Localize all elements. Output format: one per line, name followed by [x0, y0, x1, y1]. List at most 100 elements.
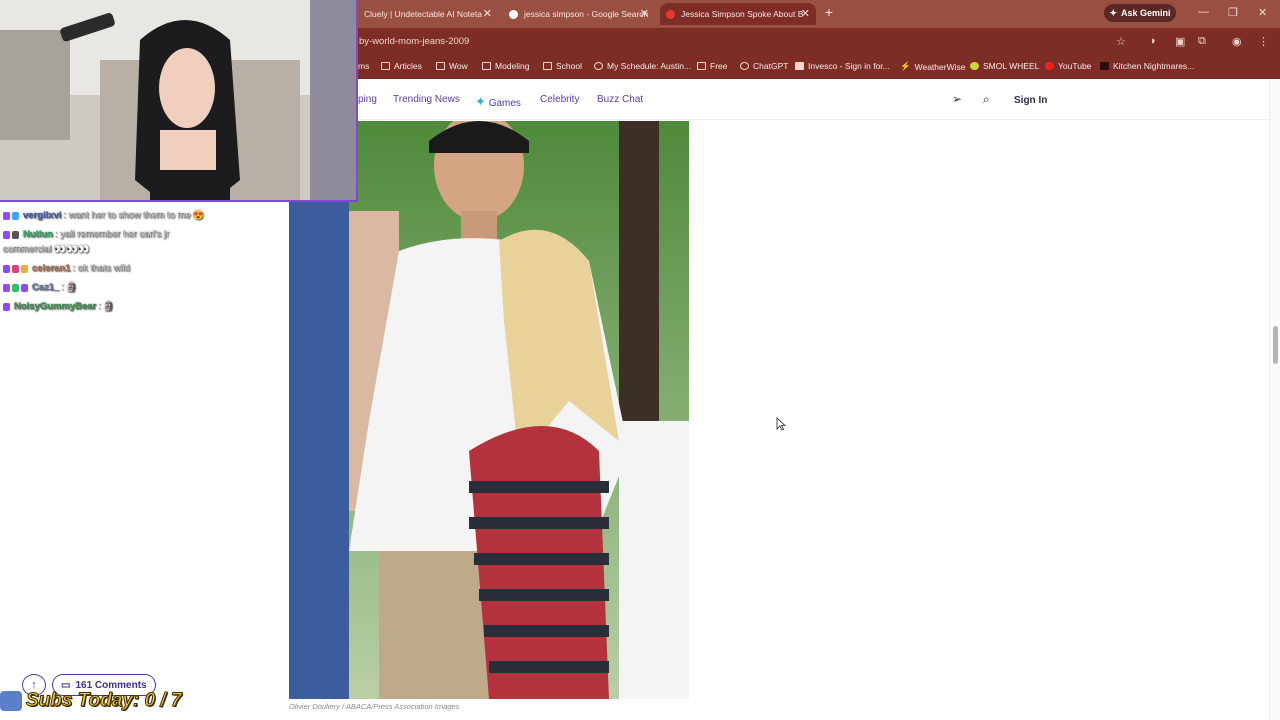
photo-credit: Olivier Douliery / ABACA/Press Associati… — [289, 702, 460, 711]
badge-icon — [12, 264, 19, 273]
ask-gemini-button[interactable]: ✦ Ask Gemini — [1104, 4, 1176, 22]
chat-text: : — [98, 301, 102, 312]
page-scrollbar[interactable] — [1269, 80, 1280, 720]
profile-avatar-icon[interactable]: ◉ — [1232, 35, 1242, 48]
nav-item-celebrity[interactable]: Celebrity — [540, 94, 579, 105]
nav-item-buzz-chat[interactable]: Buzz Chat — [597, 94, 643, 105]
nav-item-trending-news[interactable]: Trending News — [393, 94, 460, 105]
youtube-icon — [1045, 62, 1054, 70]
star-icon[interactable]: ☆ — [1116, 35, 1126, 48]
tab-google-search[interactable]: jessica simpson - Google Search ✕ — [503, 3, 655, 25]
badge-icon — [21, 264, 28, 273]
folder-icon — [697, 62, 706, 70]
ask-gemini-label: Ask Gemini — [1121, 8, 1171, 18]
bookmark-label: Articles — [394, 61, 422, 71]
bookmark-item[interactable]: ⚡ WeatherWise — [900, 61, 965, 72]
window-close-icon[interactable]: ✕ — [1258, 6, 1267, 19]
puzzle-icon[interactable]: ⧉ — [1198, 35, 1206, 48]
chat-message: vergilxvi : want her to show them to me … — [3, 210, 204, 221]
badge-icon — [3, 302, 10, 311]
scrollbar-thumb[interactable] — [1273, 326, 1278, 364]
bookmark-item[interactable]: My Schedule: Austin... — [594, 61, 691, 71]
extension-icon[interactable]: ▣ — [1175, 35, 1185, 48]
chat-username: Nutlun — [23, 229, 54, 240]
subs-today-text: Subs Today: 0 / 7 — [26, 690, 183, 712]
nav-item-shopping[interactable]: ping — [358, 94, 377, 105]
tab-jessica-article[interactable]: Jessica Simpson Spoke About B ✕ — [660, 3, 816, 25]
sub-goal-icon — [0, 691, 22, 711]
photo-illustration — [289, 121, 689, 699]
bookmark-item[interactable]: Invesco - Sign in for... — [795, 61, 890, 71]
badge-icon — [12, 211, 19, 220]
tab-cluely[interactable]: Cluely | Undetectable AI Noteta ✕ — [358, 3, 498, 25]
bookmark-item[interactable]: ms — [358, 61, 369, 71]
bookmark-item[interactable]: YouTube — [1045, 61, 1091, 71]
bookmark-label: School — [556, 61, 582, 71]
wheel-icon — [970, 62, 979, 70]
extension-icon[interactable]: ◗ — [1150, 35, 1157, 47]
restore-icon[interactable]: ❐ — [1228, 6, 1238, 19]
mouse-cursor-icon — [776, 417, 786, 431]
bookmark-label: My Schedule: Austin... — [607, 61, 692, 71]
chat-text: commercial 👀👀👀 — [3, 244, 90, 255]
folder-icon — [381, 62, 390, 70]
chat-username: vergilxvi — [23, 210, 62, 221]
site-navigation: ping Trending News ✦ Games Celebrity Buz… — [289, 80, 1269, 120]
sign-in-button[interactable]: Sign In — [1014, 95, 1047, 106]
bookmark-item[interactable]: SMOL WHEEL — [970, 61, 1039, 71]
bookmark-label: ms — [358, 61, 370, 71]
chat-message: celeran1 : ok thats wild — [3, 263, 130, 274]
webcam-illustration — [0, 0, 356, 200]
moai-emoji-icon: 🗿 — [103, 301, 115, 311]
chat-message: NoisyGummyBear : 🗿 — [3, 301, 114, 312]
subs-goal-overlay: Subs Today: 0 / 7 — [0, 688, 182, 714]
bookmark-label: Modeling — [495, 61, 530, 71]
new-tab-button[interactable]: + — [822, 5, 836, 19]
gemini-sparkle-icon: ✦ — [1109, 7, 1117, 18]
bookmark-folder[interactable]: School — [543, 61, 582, 71]
lightning-icon: ⚡ — [900, 61, 911, 71]
bookmark-label: Kitchen Nightmares... — [1113, 61, 1195, 71]
close-icon[interactable]: ✕ — [483, 7, 492, 20]
chat-message: Nutlun : yall remember her carl's jr — [3, 229, 169, 240]
google-icon — [509, 9, 518, 19]
emoji-icon: 😍 — [192, 210, 205, 220]
chat-text: : want her to show them to me — [63, 210, 191, 221]
badge-icon — [3, 211, 10, 220]
bookmark-label: Free — [710, 61, 728, 71]
close-icon[interactable]: ✕ — [640, 7, 649, 20]
search-icon[interactable]: ⌕ — [983, 92, 990, 107]
chat-text: : yall remember her carl's jr — [55, 229, 170, 240]
close-icon[interactable]: ✕ — [801, 7, 810, 20]
bookmark-folder[interactable]: Wow — [436, 61, 468, 71]
webcam-overlay — [0, 0, 358, 202]
sparkle-icon: ✦ — [475, 94, 486, 109]
nav-item-games[interactable]: ✦ Games — [475, 94, 521, 110]
bookmark-folder[interactable]: Articles — [381, 61, 422, 71]
badge-icon — [12, 283, 19, 292]
send-icon[interactable]: ➢ — [952, 92, 962, 106]
chat-message: Caz1_ : 🗿 — [3, 282, 77, 293]
menu-icon[interactable]: ⋮ — [1258, 35, 1269, 48]
bookmark-label: ChatGPT — [753, 61, 789, 71]
bookmark-folder[interactable]: Free — [697, 61, 727, 71]
url-field[interactable]: by-world-mom-jeans-2009 — [359, 36, 469, 47]
bookmark-label: Invesco - Sign in for... — [808, 61, 890, 71]
bookmark-item[interactable]: ChatGPT — [740, 61, 788, 71]
globe-icon — [594, 62, 603, 70]
bookmark-label: WeatherWise — [914, 61, 966, 72]
badge-icon — [3, 283, 10, 292]
badge-icon — [3, 230, 10, 239]
minimize-icon[interactable]: — — [1198, 6, 1209, 18]
bookmark-label: YouTube — [1058, 61, 1092, 71]
chat-username: celeran1 — [32, 263, 71, 274]
bookmark-folder[interactable]: Modeling — [482, 61, 530, 71]
chat-username: NoisyGummyBear — [14, 301, 97, 312]
folder-icon — [482, 62, 491, 70]
bookmark-label: SMOL WHEEL — [983, 61, 1040, 71]
chat-username: Caz1_ — [32, 282, 60, 293]
kitchen-nightmares-icon — [1100, 62, 1109, 70]
badge-icon — [3, 264, 10, 273]
bookmark-item[interactable]: Kitchen Nightmares... — [1100, 61, 1194, 71]
site-favicon-icon — [666, 9, 675, 19]
